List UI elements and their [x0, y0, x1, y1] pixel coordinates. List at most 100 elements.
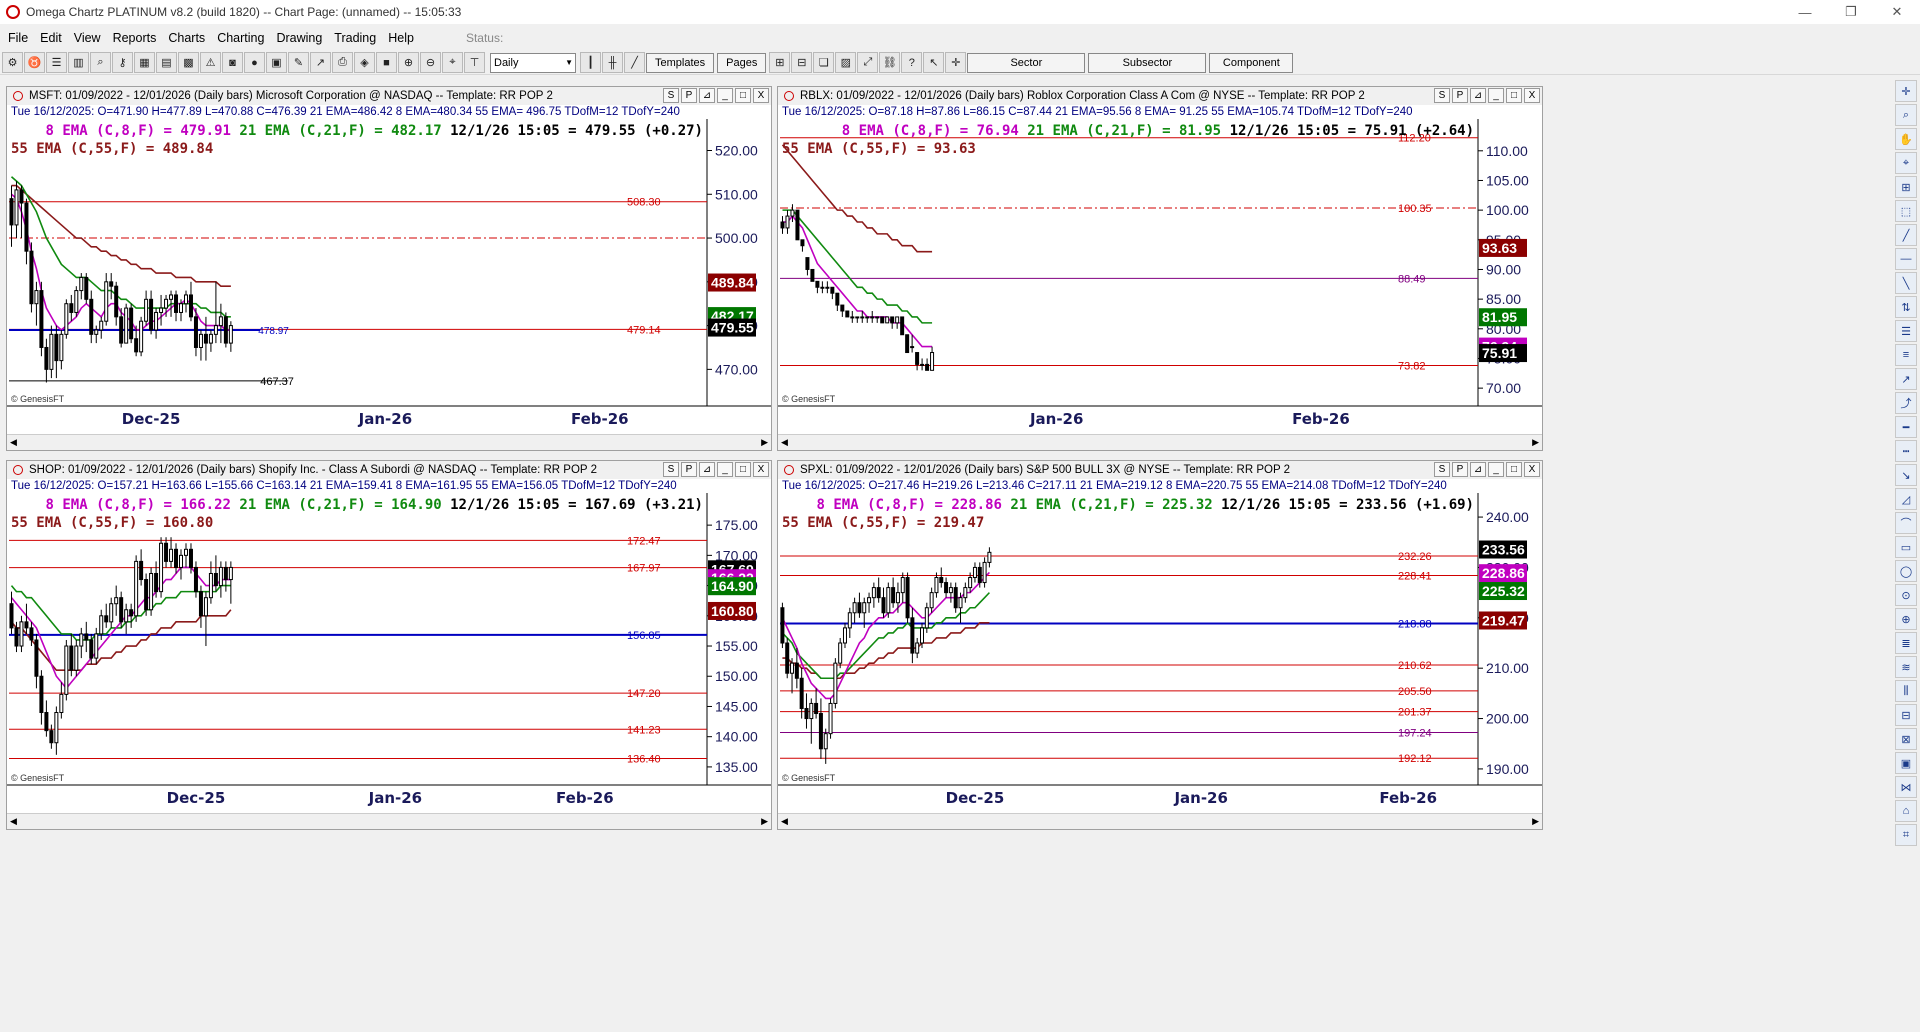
- arc-tool-icon[interactable]: ⌒: [1895, 512, 1917, 534]
- bars-icon[interactable]: ╫: [602, 52, 623, 73]
- export-button[interactable]: ⊿: [699, 88, 715, 103]
- scan-icon[interactable]: ▤: [156, 52, 177, 73]
- menu-drawing[interactable]: Drawing: [276, 31, 322, 45]
- cascade-icon[interactable]: ❏: [813, 52, 835, 73]
- maximize-panel-button[interactable]: □: [735, 462, 751, 477]
- scroll-right-icon[interactable]: ▶: [1532, 437, 1539, 448]
- templates-button[interactable]: Templates: [646, 52, 715, 73]
- ellipse-tool-icon[interactable]: ⊙: [1895, 584, 1917, 606]
- horizontal-scrollbar[interactable]: ◀ ▶: [778, 434, 1542, 450]
- price-chart[interactable]: 520.00510.00500.00490.00480.00470.00Dec-…: [7, 119, 771, 434]
- expand-icon[interactable]: ⤢: [857, 52, 879, 73]
- snapshot-button[interactable]: S: [663, 462, 679, 477]
- close-panel-button[interactable]: X: [1524, 88, 1540, 103]
- zoom-tool-icon[interactable]: ⌕: [1895, 104, 1917, 126]
- line-icon[interactable]: ╱: [624, 52, 645, 73]
- restore-icon[interactable]: ❐: [1828, 0, 1874, 24]
- ray-tool-icon[interactable]: ╲: [1895, 272, 1917, 294]
- crosshair-icon[interactable]: ✛: [945, 52, 967, 73]
- interval-select[interactable]: Daily: [490, 52, 576, 73]
- snapshot-button[interactable]: S: [1434, 462, 1450, 477]
- print-button[interactable]: P: [681, 462, 697, 477]
- gann-tool-icon[interactable]: ⫼: [1895, 680, 1917, 702]
- menu-view[interactable]: View: [74, 31, 101, 45]
- minimize-panel-button[interactable]: _: [1488, 462, 1504, 477]
- scroll-right-icon[interactable]: ▶: [761, 437, 768, 448]
- sector-button[interactable]: Sector: [967, 52, 1086, 73]
- cursor-icon[interactable]: ⌖: [442, 52, 463, 73]
- close-panel-button[interactable]: X: [1524, 462, 1540, 477]
- menu-file[interactable]: File: [8, 31, 28, 45]
- bold-line-tool-icon[interactable]: ━: [1895, 416, 1917, 438]
- target-tool-icon[interactable]: ⌖: [1895, 152, 1917, 174]
- chart-panel-msft[interactable]: MSFT: 01/09/2022 - 12/01/2026 (Daily bar…: [6, 86, 772, 451]
- search-icon[interactable]: ⌕: [90, 52, 111, 73]
- snapshot-button[interactable]: S: [663, 88, 679, 103]
- maximize-panel-button[interactable]: □: [1506, 462, 1522, 477]
- maximize-panel-button[interactable]: □: [735, 88, 751, 103]
- print-button[interactable]: P: [1452, 88, 1468, 103]
- grid-icon[interactable]: ▦: [134, 52, 155, 73]
- chart-panel-shop[interactable]: SHOP: 01/09/2022 - 12/01/2026 (Daily bar…: [6, 460, 772, 830]
- close-panel-button[interactable]: X: [753, 88, 769, 103]
- down-arrow-tool-icon[interactable]: ↘: [1895, 464, 1917, 486]
- box-x-tool-icon[interactable]: ⊠: [1895, 728, 1917, 750]
- tick-icon[interactable]: ⊤: [464, 52, 485, 73]
- train-icon[interactable]: ▣: [266, 52, 287, 73]
- close-icon[interactable]: ✕: [1874, 0, 1920, 24]
- channel-tool-icon[interactable]: ≡: [1895, 344, 1917, 366]
- wave-tool-icon[interactable]: ≋: [1895, 656, 1917, 678]
- print-button[interactable]: P: [681, 88, 697, 103]
- square-tool-icon[interactable]: ▣: [1895, 752, 1917, 774]
- print-icon[interactable]: ⎙: [332, 52, 353, 73]
- page-icon[interactable]: ⊞: [769, 52, 791, 73]
- alert-icon[interactable]: ⚠: [200, 52, 221, 73]
- export-button[interactable]: ⊿: [1470, 88, 1486, 103]
- settings-icon[interactable]: ⚙: [2, 52, 23, 73]
- dashed-tool-icon[interactable]: ┅: [1895, 440, 1917, 462]
- link-icon[interactable]: ⛓: [879, 52, 901, 73]
- fan-tool-icon[interactable]: ≣: [1895, 632, 1917, 654]
- vline-tool-icon[interactable]: ⇅: [1895, 296, 1917, 318]
- rectangle-tool-icon[interactable]: ▭: [1895, 536, 1917, 558]
- menu-reports[interactable]: Reports: [113, 31, 157, 45]
- price-chart[interactable]: 175.00170.00165.00160.00155.00150.00145.…: [7, 493, 771, 813]
- menu-charts[interactable]: Charts: [168, 31, 205, 45]
- tile-icon[interactable]: ⊟: [791, 52, 813, 73]
- dot-icon[interactable]: ●: [244, 52, 265, 73]
- chart-panel-spxl[interactable]: SPXL: 01/09/2022 - 12/01/2026 (Daily bar…: [777, 460, 1543, 830]
- list-icon[interactable]: ☰: [46, 52, 67, 73]
- triangle-tool-icon[interactable]: ◿: [1895, 488, 1917, 510]
- minimize-icon[interactable]: —: [1782, 0, 1828, 24]
- scroll-right-icon[interactable]: ▶: [1532, 816, 1539, 827]
- pencil-icon[interactable]: ✎: [288, 52, 309, 73]
- hline-tool-icon[interactable]: —: [1895, 248, 1917, 270]
- horizontal-scrollbar[interactable]: ◀ ▶: [7, 434, 771, 450]
- hand-tool-icon[interactable]: ✋: [1895, 128, 1917, 150]
- layers-icon[interactable]: ◈: [354, 52, 375, 73]
- menu-help[interactable]: Help: [388, 31, 414, 45]
- circle-tool-icon[interactable]: ◯: [1895, 560, 1917, 582]
- horizontal-scrollbar[interactable]: ◀ ▶: [778, 813, 1542, 829]
- close-panel-button[interactable]: X: [753, 462, 769, 477]
- candles-icon[interactable]: ┃: [580, 52, 601, 73]
- scroll-left-icon[interactable]: ◀: [10, 816, 17, 827]
- hash-tool-icon[interactable]: ⌗: [1895, 824, 1917, 846]
- scroll-left-icon[interactable]: ◀: [781, 437, 788, 448]
- price-chart[interactable]: 110.00105.00100.0095.0090.0085.0080.0075…: [778, 119, 1542, 434]
- print-button[interactable]: P: [1452, 462, 1468, 477]
- table-icon[interactable]: ▩: [178, 52, 199, 73]
- scroll-left-icon[interactable]: ◀: [10, 437, 17, 448]
- trend-icon[interactable]: ↗: [310, 52, 331, 73]
- arrow-icon[interactable]: ↖: [923, 52, 945, 73]
- help-icon[interactable]: ?: [901, 52, 923, 73]
- bull-icon[interactable]: ♉: [24, 52, 45, 73]
- bar-chart-icon[interactable]: ▥: [68, 52, 89, 73]
- zoom-out-icon[interactable]: ⊖: [420, 52, 441, 73]
- export-button[interactable]: ⊿: [699, 462, 715, 477]
- zoom-icon[interactable]: ⊕: [398, 52, 419, 73]
- trendline-tool-icon[interactable]: ╱: [1895, 224, 1917, 246]
- crosshair-tool-icon[interactable]: ✛: [1895, 80, 1917, 102]
- arrow-tool-icon[interactable]: ↗: [1895, 368, 1917, 390]
- cross-tool-icon[interactable]: ⊕: [1895, 608, 1917, 630]
